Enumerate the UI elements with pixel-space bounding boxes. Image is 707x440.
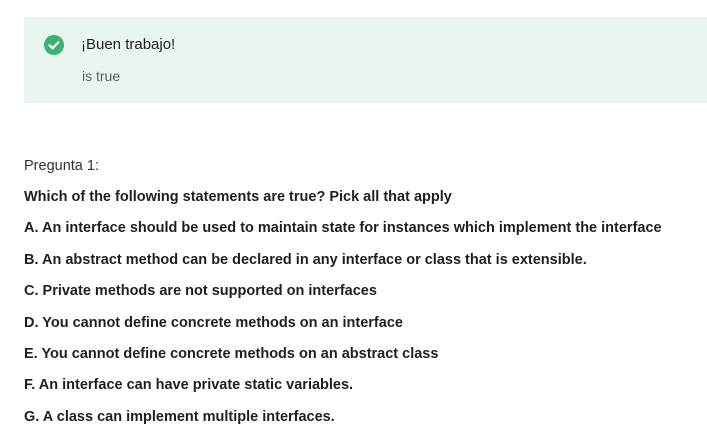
question-number: Pregunta 1: — [24, 158, 99, 174]
answer-option-e: E. You cannot define concrete methods on… — [24, 345, 439, 362]
answer-option-c: C. Private methods are not supported on … — [24, 283, 377, 300]
check-circle-icon — [44, 35, 64, 55]
feedback-detail: is true — [82, 68, 121, 84]
feedback-title: ¡Buen trabajo! — [81, 36, 176, 53]
answer-option-d: D. You cannot define concrete methods on… — [24, 314, 403, 331]
feedback-banner: ¡Buen trabajo! is true — [24, 17, 707, 103]
question-block: Pregunta 1: Which of the following state… — [24, 157, 707, 426]
answer-option-g: G. A class can implement multiple interf… — [24, 408, 335, 425]
answer-option-b: B. An abstract method can be declared in… — [24, 251, 587, 268]
answer-option-a: A. An interface should be used to mainta… — [24, 220, 662, 237]
question-prompt: Which of the following statements are tr… — [24, 189, 452, 205]
answer-option-f: F. An interface can have private static … — [24, 377, 354, 394]
